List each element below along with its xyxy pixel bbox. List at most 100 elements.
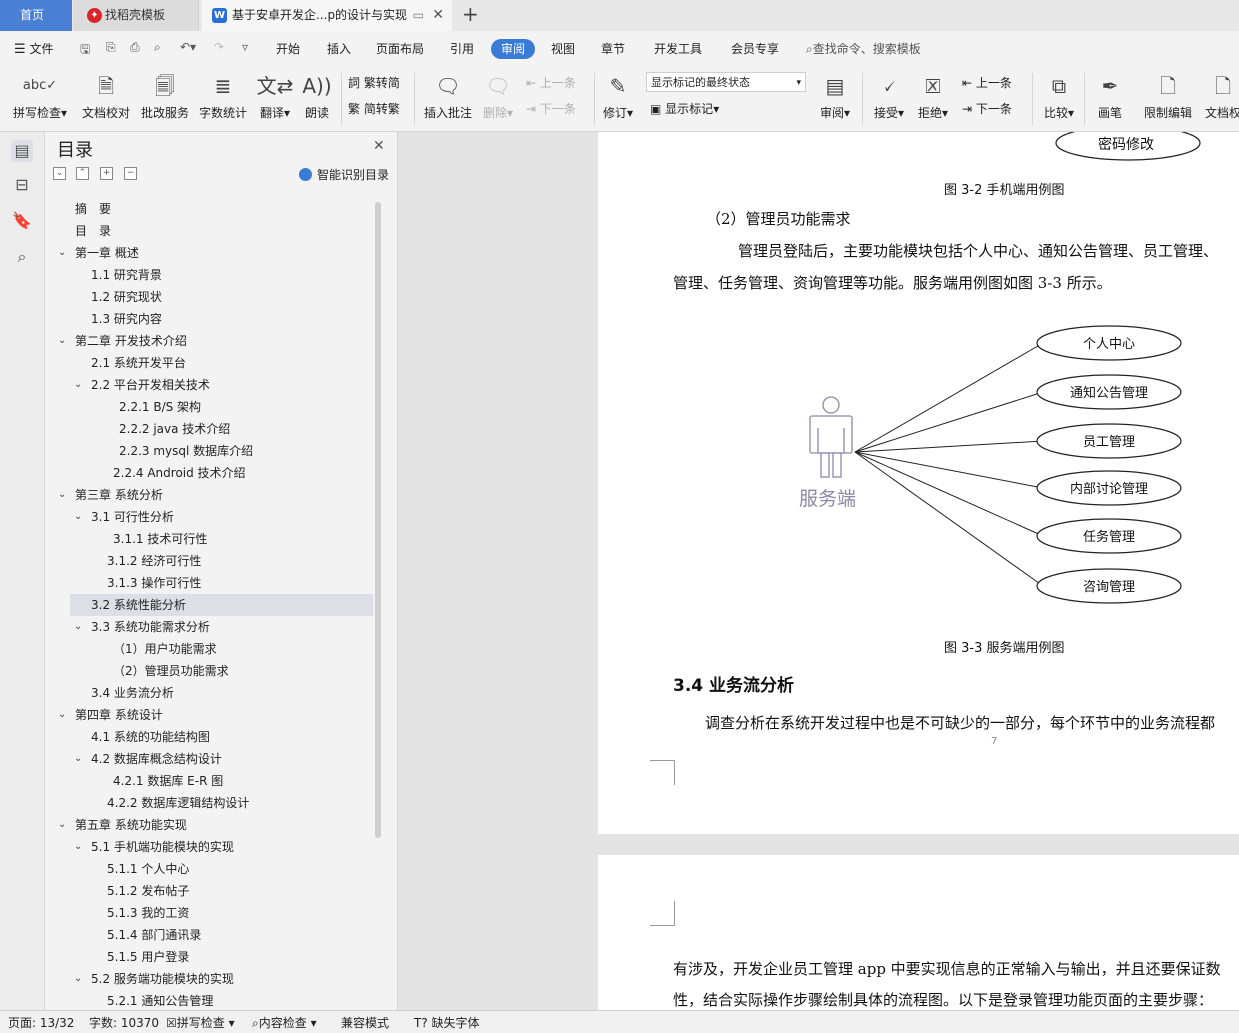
chevron-down-icon[interactable]: ⌄ xyxy=(74,506,82,528)
add-item-icon[interactable]: + xyxy=(100,167,113,180)
spell-check-button[interactable]: abc✓ 拼写检查▾ xyxy=(10,71,70,121)
menu-start[interactable]: 开始 xyxy=(276,40,300,57)
menu-references[interactable]: 引用 xyxy=(450,40,474,57)
chevron-down-icon[interactable]: ⌄ xyxy=(74,748,82,770)
toc-item[interactable]: 4.2.2 数据库逻辑结构设计 xyxy=(107,792,249,814)
tab-home[interactable]: 首页 xyxy=(0,0,72,31)
save-icon[interactable]: 🖫 xyxy=(80,40,90,61)
collapse-all-icon[interactable]: ⌄ xyxy=(53,167,66,180)
toc-item[interactable]: 5.2.1 通知公告管理 xyxy=(107,990,213,1010)
expand-all-icon[interactable]: ⌃ xyxy=(76,167,89,180)
reject-button[interactable]: 🗵 拒绝▾ xyxy=(914,71,952,121)
chevron-down-icon[interactable]: ⌄ xyxy=(58,330,66,352)
toc-item[interactable]: 摘 要 xyxy=(75,198,111,220)
toc-item[interactable]: 目 录 xyxy=(75,220,111,242)
menu-chapter[interactable]: 章节 xyxy=(601,40,625,57)
toc-item[interactable]: 3.2 系统性能分析 xyxy=(91,594,186,616)
toc-item[interactable]: ⌄ 2.2 平台开发相关技术 xyxy=(74,374,210,396)
markup-state-select[interactable]: 显示标记的最终状态 ▾ xyxy=(646,72,806,92)
toc-item[interactable]: 4.1 系统的功能结构图 xyxy=(91,726,210,748)
chevron-down-icon[interactable]: ⌄ xyxy=(58,242,66,264)
restrict-edit-button[interactable]: 🗋 限制编辑 xyxy=(1140,71,1196,121)
toc-item[interactable]: 3.1.1 技术可行性 xyxy=(113,528,207,550)
next-comment-button[interactable]: ⇥ 下一条 xyxy=(526,100,576,117)
toc-item[interactable]: 3.4 业务流分析 xyxy=(91,682,174,704)
proofread-button[interactable]: 🗎 文档校对 xyxy=(79,71,133,121)
chapter-nav-icon[interactable]: ⊟ xyxy=(11,174,33,196)
read-aloud-button[interactable]: A)) 朗读 xyxy=(300,71,334,121)
simp-to-trad-button[interactable]: 繁 简转繁 xyxy=(348,100,400,117)
menu-developer[interactable]: 开发工具 xyxy=(654,40,702,57)
menu-file[interactable]: ☰ 文件 xyxy=(14,40,54,57)
toc-item[interactable]: ⌄ 5.2 服务端功能模块的实现 xyxy=(74,968,234,990)
bookmark-icon[interactable]: 🔖 xyxy=(11,210,33,232)
close-icon[interactable]: ✕ xyxy=(373,138,385,154)
review-pane-button[interactable]: ▤ 审阅▾ xyxy=(815,71,855,121)
chevron-down-icon[interactable]: ⌄ xyxy=(74,836,82,858)
print-icon[interactable]: ⎙ xyxy=(130,40,140,55)
toc-item[interactable]: 3.1.2 经济可行性 xyxy=(107,550,201,572)
command-search[interactable]: ⌕查找命令、搜索模板 xyxy=(806,40,921,57)
monitor-icon[interactable]: ▭ xyxy=(413,0,424,31)
chevron-down-icon[interactable]: ⌄ xyxy=(74,616,82,638)
page-indicator[interactable]: 页面: 13/32 xyxy=(8,1014,74,1031)
toc-item[interactable]: 1.2 研究现状 xyxy=(91,286,162,308)
track-changes-button[interactable]: ✎ 修订▾ xyxy=(600,71,636,121)
translate-button[interactable]: 文⇄ 翻译▾ xyxy=(256,71,294,121)
toc-item[interactable]: ⌄ 第一章 概述 xyxy=(58,242,139,264)
annotate-service-button[interactable]: 🗐 批改服务 xyxy=(139,71,191,121)
chevron-down-icon[interactable]: ⌄ xyxy=(58,484,66,506)
toc-item[interactable]: 5.1.5 用户登录 xyxy=(107,946,189,968)
delete-comment-button[interactable]: 🗨 删除▾ xyxy=(480,71,516,121)
toc-scrollbar[interactable] xyxy=(375,202,381,838)
toc-item[interactable]: ⌄ 5.1 手机端功能模块的实现 xyxy=(74,836,234,858)
print-preview-icon[interactable]: ⌕ xyxy=(154,40,161,55)
menu-review[interactable]: 审阅 xyxy=(491,39,535,59)
toc-icon[interactable]: ▤ xyxy=(11,140,33,162)
toc-item[interactable]: （1）用户功能需求 xyxy=(113,638,217,660)
toc-item[interactable]: ⌄ 第二章 开发技术介绍 xyxy=(58,330,187,352)
search-icon[interactable]: ⌕ xyxy=(11,246,33,268)
toc-item[interactable]: （2）管理员功能需求 xyxy=(113,660,229,682)
tab-document[interactable]: W 基于安卓开发企...p的设计与实现 ▭ ✕ xyxy=(202,0,452,31)
next-change-button[interactable]: ⇥ 下一条 xyxy=(962,100,1012,117)
toc-item[interactable]: 2.2.1 B/S 架构 xyxy=(119,396,201,418)
toc-item[interactable]: ⌄ 第四章 系统设计 xyxy=(58,704,163,726)
toc-item[interactable]: 1.1 研究背景 xyxy=(91,264,162,286)
menu-member[interactable]: 会员专享 xyxy=(731,40,779,57)
redo-icon[interactable]: ↷ xyxy=(214,40,224,54)
toc-item[interactable]: 2.2.3 mysql 数据库介绍 xyxy=(119,440,253,462)
chevron-down-icon[interactable]: ⌄ xyxy=(74,374,82,396)
tab-template[interactable]: ✦ 找稻壳模板 xyxy=(73,0,199,31)
remove-item-icon[interactable]: − xyxy=(124,167,137,180)
word-count-button[interactable]: ≣ 字数统计 xyxy=(197,71,249,121)
toc-item[interactable]: 1.3 研究内容 xyxy=(91,308,162,330)
prev-change-button[interactable]: ⇤ 上一条 xyxy=(962,74,1012,91)
toc-item[interactable]: ⌄ 第三章 系统分析 xyxy=(58,484,163,506)
export-pdf-icon[interactable]: ⎘ xyxy=(106,40,116,55)
spell-check-status[interactable]: ☒拼写检查 ▾ xyxy=(166,1014,235,1031)
pen-button[interactable]: ✒ 画笔 xyxy=(1092,71,1128,121)
smart-toc-button[interactable]: 智能识别目录 xyxy=(299,166,389,183)
toc-item[interactable]: 2.2.2 java 技术介绍 xyxy=(119,418,230,440)
menu-view[interactable]: 视图 xyxy=(551,40,575,57)
trad-to-simp-button[interactable]: 詞 繁转简 xyxy=(348,74,400,91)
chevron-down-icon[interactable]: ⌄ xyxy=(74,968,82,990)
toc-item[interactable]: ⌄ 第五章 系统功能实现 xyxy=(58,814,187,836)
toc-item[interactable]: 5.1.2 发布帖子 xyxy=(107,880,189,902)
chevron-down-icon[interactable]: ⌄ xyxy=(58,814,66,836)
plus-icon[interactable]: + xyxy=(462,0,479,31)
word-count-indicator[interactable]: 字数: 10370 xyxy=(89,1014,159,1031)
chevron-down-icon[interactable]: ⌄ xyxy=(58,704,66,726)
toc-item[interactable]: 5.1.4 部门通讯录 xyxy=(107,924,201,946)
toc-item[interactable]: 3.1.3 操作可行性 xyxy=(107,572,201,594)
prev-comment-button[interactable]: ⇤ 上一条 xyxy=(526,74,576,91)
compare-button[interactable]: ⧉ 比较▾ xyxy=(1040,71,1078,121)
more-chevron-icon[interactable]: ▿ xyxy=(242,40,248,54)
undo-icon[interactable]: ↶▾ xyxy=(180,40,196,54)
doc-permission-button[interactable]: 🗋 文档权 xyxy=(1200,71,1239,121)
missing-font-status[interactable]: T? 缺失字体 xyxy=(414,1014,480,1031)
accept-button[interactable]: 🗸 接受▾ xyxy=(870,71,908,121)
toc-item[interactable]: 2.2.4 Android 技术介绍 xyxy=(113,462,246,484)
toc-item[interactable]: 5.1.1 个人中心 xyxy=(107,858,189,880)
